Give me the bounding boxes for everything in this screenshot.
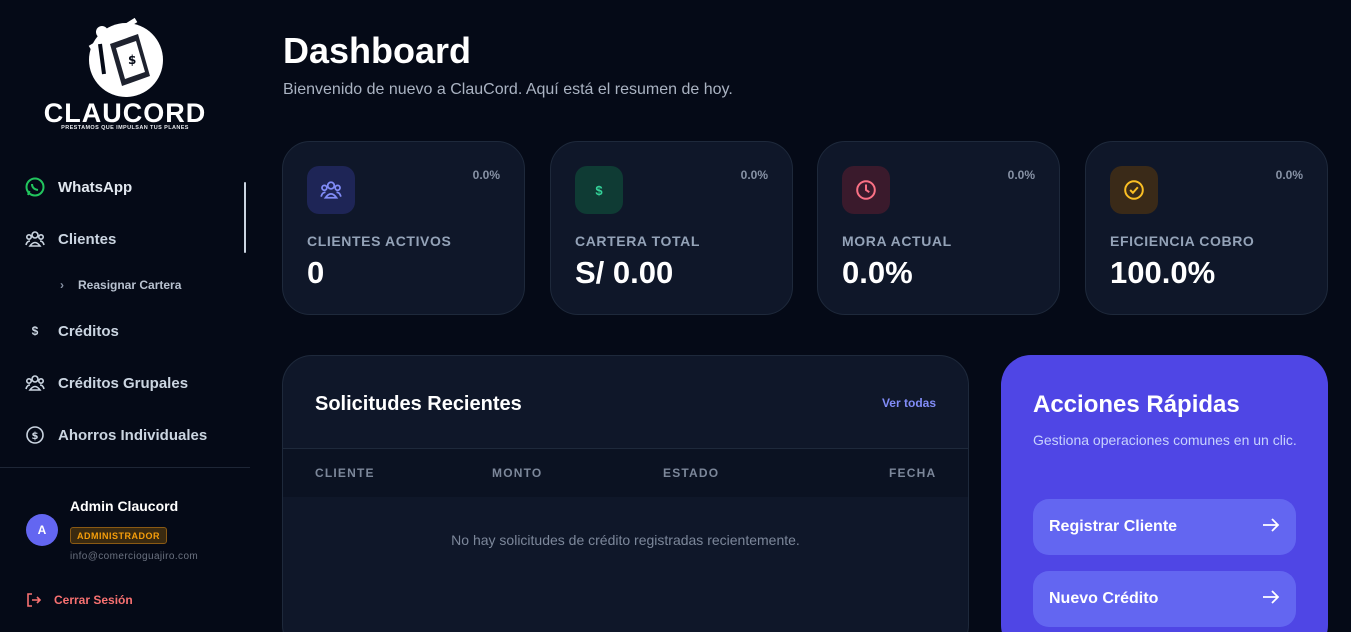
page-title: Dashboard xyxy=(283,30,472,71)
quick-actions-subtitle: Gestiona operaciones comunes en un clic. xyxy=(1033,432,1297,448)
sidebar-item-label: Créditos xyxy=(58,322,119,340)
view-all-link[interactable]: Ver todas xyxy=(882,396,936,410)
stat-change: 0.0% xyxy=(1007,168,1035,182)
coin-icon: $ xyxy=(24,424,46,446)
stat-change: 0.0% xyxy=(740,168,768,182)
sidebar-item-label: Créditos Grupales xyxy=(58,374,189,392)
button-label: Registrar Cliente xyxy=(1049,518,1178,535)
stat-change: 0.0% xyxy=(472,168,500,182)
arrow-right-icon xyxy=(1262,589,1280,609)
chevron-right-icon: › xyxy=(60,278,64,292)
users-icon xyxy=(307,166,355,214)
table-header: CLIENTE MONTO ESTADO FECHA xyxy=(283,449,968,497)
sidebar-divider xyxy=(0,467,250,468)
stat-label: EFICIENCIA COBRO xyxy=(1110,233,1255,249)
stat-value: 100.0% xyxy=(1110,255,1216,290)
user-email: info@comercioguajiro.com xyxy=(70,551,199,562)
sidebar-subitem-label: Reasignar Cartera xyxy=(78,278,182,292)
sidebar-item-ahorros-individuales[interactable]: $ Ahorros Individuales xyxy=(24,422,207,448)
stat-card-cartera-total: $ 0.0% CARTERA TOTAL S/ 0.00 xyxy=(550,141,793,315)
column-header-monto[interactable]: MONTO xyxy=(492,466,542,480)
column-header-cliente[interactable]: CLIENTE xyxy=(315,466,375,480)
whatsapp-icon xyxy=(24,176,46,198)
sidebar-item-creditos[interactable]: $ Créditos xyxy=(24,318,119,344)
brand-logo[interactable]: $ CLAUCORD PRESTAMOS QUE IMPULSAN TUS PL… xyxy=(40,14,210,136)
sidebar-subitem-reasignar-cartera[interactable]: › Reasignar Cartera xyxy=(60,275,181,295)
clock-icon xyxy=(842,166,890,214)
stat-card-clientes-activos: 0.0% CLIENTES ACTIVOS 0 xyxy=(282,141,525,315)
stat-label: CLIENTES ACTIVOS xyxy=(307,233,452,249)
recent-requests-panel: Solicitudes Recientes Ver todas CLIENTE … xyxy=(282,355,969,632)
column-header-fecha[interactable]: FECHA xyxy=(889,466,936,480)
sidebar: $ CLAUCORD PRESTAMOS QUE IMPULSAN TUS PL… xyxy=(0,0,250,632)
check-circle-icon xyxy=(1110,166,1158,214)
logout-label: Cerrar Sesión xyxy=(54,593,133,607)
quick-actions-title: Acciones Rápidas xyxy=(1033,391,1240,418)
register-client-button[interactable]: Registrar Cliente xyxy=(1033,499,1296,555)
stat-value: S/ 0.00 xyxy=(575,255,674,290)
stat-label: CARTERA TOTAL xyxy=(575,233,700,249)
sidebar-item-whatsapp[interactable]: WhatsApp xyxy=(24,174,132,200)
page-subtitle: Bienvenido de nuevo a ClauCord. Aquí est… xyxy=(283,81,733,98)
stat-label: MORA ACTUAL xyxy=(842,233,952,249)
svg-text:$: $ xyxy=(128,53,136,67)
logout-icon xyxy=(26,592,42,608)
arrow-right-icon xyxy=(1262,517,1280,537)
quick-actions-panel: Acciones Rápidas Gestiona operaciones co… xyxy=(1001,355,1328,632)
new-credit-button[interactable]: Nuevo Crédito xyxy=(1033,571,1296,627)
user-name: Admin Claucord xyxy=(70,498,179,514)
column-header-estado[interactable]: ESTADO xyxy=(663,466,719,480)
stat-value: 0 xyxy=(307,255,325,290)
svg-text:$: $ xyxy=(32,431,39,442)
brand-tagline: PRESTAMOS QUE IMPULSAN TUS PLANES xyxy=(61,125,189,131)
empty-state-message: No hay solicitudes de crédito registrada… xyxy=(451,532,800,548)
sidebar-scrollbar[interactable] xyxy=(244,182,246,253)
users-icon xyxy=(24,372,46,394)
users-icon xyxy=(24,228,46,250)
avatar[interactable]: A xyxy=(26,514,58,546)
sidebar-item-creditos-grupales[interactable]: Créditos Grupales xyxy=(24,370,188,396)
sidebar-item-label: Ahorros Individuales xyxy=(58,426,208,444)
stat-value: 0.0% xyxy=(842,255,913,290)
stat-card-eficiencia-cobro: 0.0% EFICIENCIA COBRO 100.0% xyxy=(1085,141,1328,315)
role-badge: ADMINISTRADOR xyxy=(70,527,167,544)
sidebar-item-label: WhatsApp xyxy=(58,178,133,196)
stat-change: 0.0% xyxy=(1275,168,1303,182)
sidebar-item-clientes[interactable]: Clientes xyxy=(24,226,116,252)
logout-button[interactable]: Cerrar Sesión xyxy=(26,591,133,609)
dollar-icon: $ xyxy=(575,166,623,214)
panel-title: Solicitudes Recientes xyxy=(315,393,522,415)
dollar-icon: $ xyxy=(31,324,39,338)
sidebar-item-label: Clientes xyxy=(58,230,117,248)
button-label: Nuevo Crédito xyxy=(1049,590,1159,607)
logo-emblem-icon: $ xyxy=(88,17,163,97)
stat-card-mora-actual: 0.0% MORA ACTUAL 0.0% xyxy=(817,141,1060,315)
